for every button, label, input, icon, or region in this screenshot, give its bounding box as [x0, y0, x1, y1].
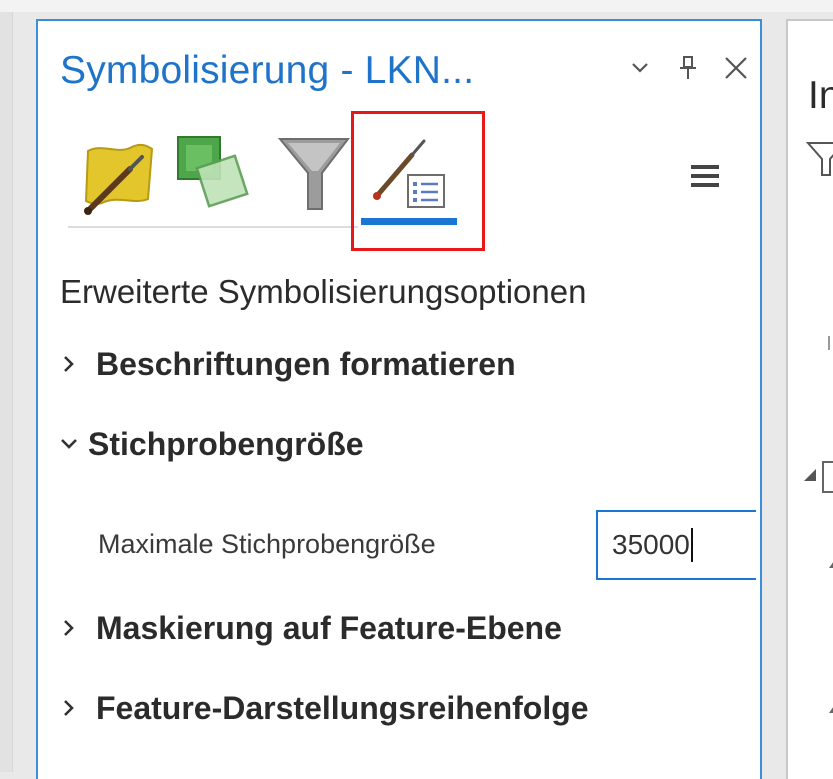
section-heading: Erweiterte Symbolisierungsoptionen	[60, 273, 587, 310]
section-feature-masking[interactable]: Maskierung auf Feature-Ebene	[58, 605, 562, 651]
text-caret	[690, 528, 693, 562]
funnel-icon[interactable]	[805, 141, 833, 182]
chevron-down-icon[interactable]	[626, 51, 654, 85]
section-label: Stichprobengröße	[88, 425, 364, 462]
symbology-pane: Symbolisierung - LKN... Erweiterte Symbo…	[36, 19, 762, 779]
section-sample-size[interactable]: Stichprobengröße	[58, 421, 364, 467]
section-label: Maskierung auf Feature-Ebene	[96, 609, 562, 646]
partial-glyph	[828, 336, 833, 350]
section-label: Beschriftungen formatieren	[96, 345, 516, 382]
pane-title: Symbolisierung - LKN...	[60, 49, 475, 92]
left-gutter	[0, 12, 13, 772]
adjacent-pane: In	[786, 19, 833, 779]
layers-paint-icon[interactable]	[174, 133, 260, 219]
pane-controls	[626, 51, 750, 85]
sample-size-label: Maximale Stichprobengröße	[98, 529, 436, 559]
chevron-right-icon	[58, 353, 80, 375]
close-icon[interactable]	[722, 51, 750, 85]
section-label: Feature-Darstellungsreihenfolge	[96, 689, 589, 726]
expand-arrow-icon	[828, 556, 833, 574]
tool-tab-divider	[68, 226, 358, 228]
chevron-right-icon	[58, 697, 80, 719]
collapse-triangle-icon[interactable]	[802, 467, 818, 488]
section-drawing-order[interactable]: Feature-Darstellungsreihenfolge	[58, 685, 589, 731]
paint-polygon-icon[interactable]	[78, 133, 164, 219]
highlight-box	[351, 111, 485, 251]
section-format-labels[interactable]: Beschriftungen formatieren	[58, 341, 516, 387]
adjacent-pane-title: In	[808, 74, 833, 117]
top-strip	[0, 0, 833, 12]
sample-size-input[interactable]: 35000	[596, 510, 756, 580]
layer-checkbox[interactable]	[822, 461, 833, 493]
sample-size-value: 35000	[612, 529, 690, 560]
expand-arrow-icon	[828, 701, 833, 719]
chevron-down-icon	[58, 433, 80, 455]
pin-icon[interactable]	[674, 51, 702, 85]
hamburger-menu-icon[interactable]	[691, 161, 721, 191]
chevron-right-icon	[58, 617, 80, 639]
funnel-icon[interactable]	[274, 133, 360, 219]
